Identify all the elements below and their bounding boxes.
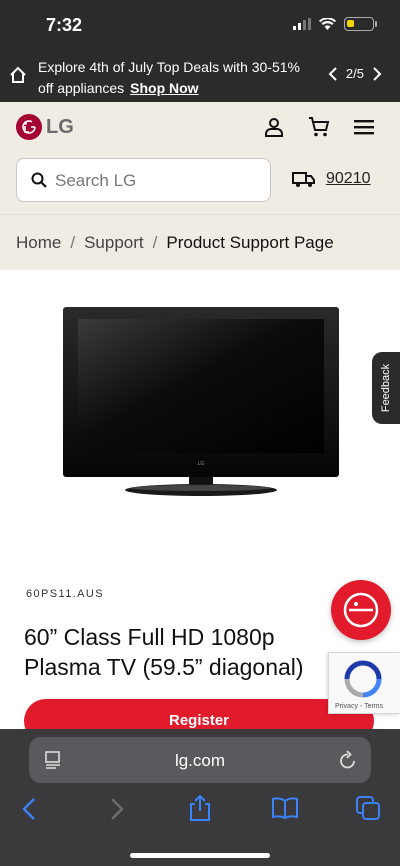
chevron-left-icon[interactable]: [328, 66, 338, 81]
truck-icon: [292, 172, 315, 187]
model-number: 60PS11.AUS: [26, 588, 105, 600]
header-actions: [264, 116, 374, 138]
address-bar[interactable]: lg.com: [29, 737, 371, 783]
home-icon[interactable]: [9, 66, 27, 84]
share-icon[interactable]: [188, 794, 212, 822]
status-icons: [293, 17, 377, 31]
status-bar: 7:32: [0, 0, 400, 50]
breadcrumb-current: Product Support Page: [166, 232, 334, 252]
chevron-right-icon[interactable]: [372, 66, 382, 81]
bookmarks-icon[interactable]: [271, 797, 299, 819]
logo-text: LG: [46, 115, 74, 138]
recaptcha-icon: [344, 660, 382, 698]
tabs-icon[interactable]: [355, 795, 381, 821]
product-title: 60” Class Full HD 1080p Plasma TV (59.5”…: [24, 622, 344, 682]
search-icon: [31, 172, 47, 188]
back-icon[interactable]: [22, 797, 36, 821]
feedback-label: Feedback: [380, 363, 392, 413]
lg-logo[interactable]: LG: [16, 114, 74, 140]
svg-text:LG: LG: [198, 461, 205, 467]
battery-level: [347, 20, 354, 27]
breadcrumb-separator: /: [70, 232, 76, 252]
product-title-line-2: Plasma TV (59.5” diagonal): [24, 654, 304, 680]
chat-button[interactable]: [331, 580, 391, 640]
product-title-line-1: 60” Class Full HD 1080p: [24, 624, 275, 650]
shop-now-link[interactable]: Shop Now: [130, 80, 198, 96]
promo-text-block: Explore 4th of July Top Deals with 30-51…: [38, 57, 308, 99]
promo-pager: 2/5: [328, 66, 382, 81]
search-input[interactable]: [55, 169, 255, 193]
url-text: lg.com: [174, 751, 226, 770]
breadcrumb: Home / Support / Product Support Page: [0, 214, 400, 270]
delivery-zip[interactable]: 90210: [292, 170, 371, 188]
wifi-icon: [319, 18, 336, 30]
product-image: LG: [63, 307, 339, 496]
home-indicator: [130, 853, 270, 858]
lg-logo-mark: [16, 114, 42, 140]
breadcrumb-separator: /: [152, 232, 158, 252]
cart-icon[interactable]: [308, 116, 330, 138]
feedback-tab[interactable]: Feedback: [372, 352, 400, 424]
forward-icon[interactable]: [110, 797, 124, 821]
breadcrumb-support[interactable]: Support: [84, 233, 144, 253]
site-header: LG 90210: [0, 102, 400, 214]
promo-banner: Explore 4th of July Top Deals with 30-51…: [0, 50, 400, 102]
browser-toolbar: lg.com: [0, 729, 400, 866]
user-icon[interactable]: [264, 117, 284, 137]
browser-nav: [0, 791, 400, 831]
recaptcha-terms-link[interactable]: Terms: [364, 703, 383, 710]
lg-chat-icon: [343, 592, 383, 630]
recaptcha-privacy-link[interactable]: Privacy: [335, 703, 358, 710]
promo-page-indicator: 2/5: [345, 66, 364, 81]
recaptcha-badge[interactable]: Privacy - Terms: [328, 652, 400, 714]
reload-icon[interactable]: [339, 750, 357, 770]
status-time: 7:32: [46, 15, 83, 35]
zip-code[interactable]: 90210: [326, 170, 371, 188]
breadcrumb-home[interactable]: Home: [16, 233, 61, 253]
recaptcha-links: Privacy - Terms: [335, 703, 384, 710]
signal-icon: [293, 18, 311, 30]
menu-icon[interactable]: [354, 119, 374, 135]
battery-icon: [344, 17, 377, 31]
search-box[interactable]: [16, 158, 271, 202]
